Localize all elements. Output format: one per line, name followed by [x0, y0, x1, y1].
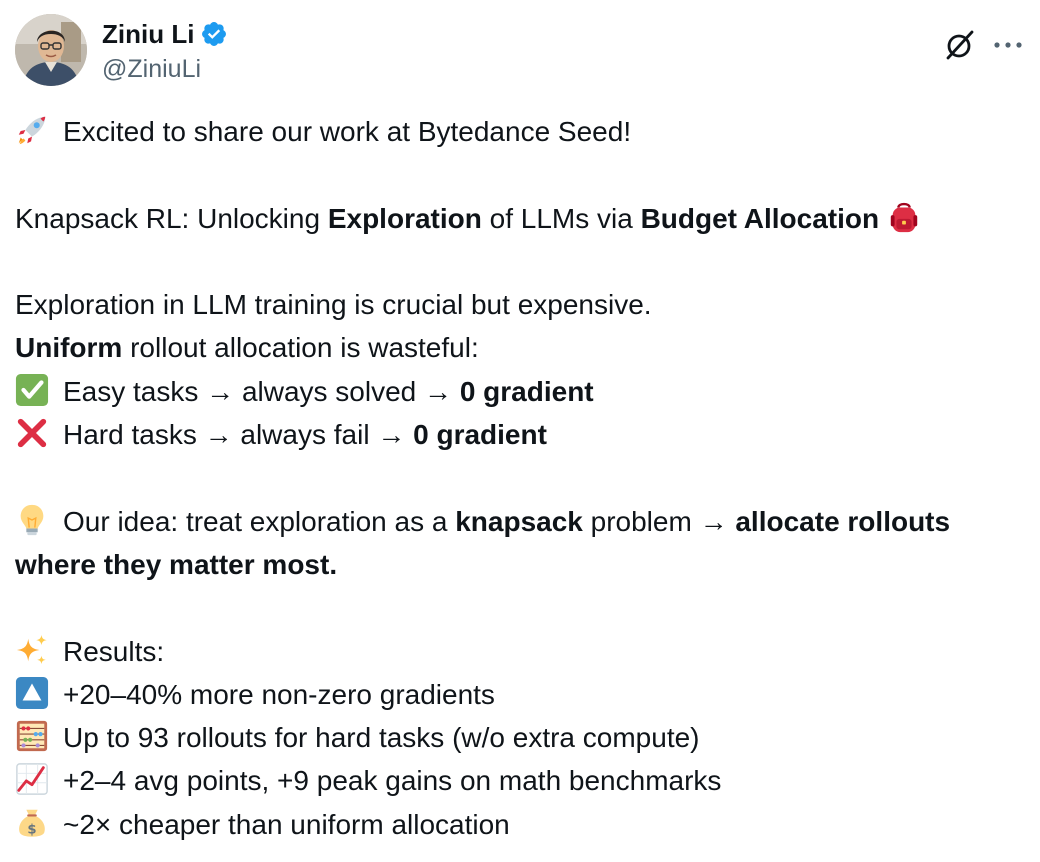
user-avatar-photo-icon [15, 14, 87, 86]
tweet-line-exploration: Exploration in LLM training is crucial b… [15, 283, 1030, 326]
result-2-text: Up to 93 rollouts for hard tasks (w/o ex… [63, 722, 700, 754]
hard-bold: 0 gradient [413, 419, 547, 451]
display-name[interactable]: Ziniu Li [102, 17, 194, 51]
result-3-text: +2–4 avg points, +9 peak gains on math b… [63, 765, 722, 797]
results-text: Results: [63, 635, 165, 667]
idea-bold-knapsack: knapsack [455, 505, 583, 537]
author-handle[interactable]: @ZiniuLi [102, 52, 228, 86]
svg-text:$: $ [27, 822, 36, 837]
money-bag-icon: $ [15, 806, 49, 840]
result-1-text: +20–40% more non-zero gradients [63, 678, 495, 710]
backpack-icon [887, 200, 921, 234]
title-text-2: of LLMs via [481, 202, 641, 234]
idea-text-1: Our idea: treat exploration as a [63, 505, 456, 537]
tweet-line-results: Results: [15, 630, 1030, 673]
tweet-line-result-1: +20–40% more non-zero gradients [15, 673, 1030, 716]
uniform-text: rollout allocation is wasteful: [122, 332, 479, 364]
ellipsis-icon[interactable] [991, 30, 1025, 60]
exploration-text: Exploration in LLM training is crucial b… [15, 289, 652, 321]
easy-text: Easy tasks → always solved → [63, 375, 460, 407]
tweet-text: Excited to share our work at Bytedance S… [15, 110, 1030, 846]
idea-text-2: problem → [582, 505, 736, 537]
hard-text: Hard tasks → always fail → [63, 419, 414, 451]
avatar[interactable] [15, 14, 87, 86]
title-text-1: Knapsack RL: Unlocking [15, 202, 328, 234]
cross-mark-icon [15, 416, 49, 450]
tweet-line-result-3: +2–4 avg points, +9 peak gains on math b… [15, 759, 1030, 802]
up-triangle-icon [15, 676, 49, 710]
uniform-bold: Uniform [15, 332, 123, 364]
tweet-line-hard: Hard tasks → always fail → 0 gradient [15, 413, 1030, 456]
check-mark-icon [15, 373, 49, 407]
tweet-line-intro: Excited to share our work at Bytedance S… [15, 110, 1030, 153]
tweet-line-result-2: Up to 93 rollouts for hard tasks (w/o ex… [15, 716, 1030, 759]
grok-slash-icon[interactable] [943, 28, 977, 62]
title-bold-budget-allocation: Budget Allocation [640, 202, 880, 234]
sparkles-icon [15, 633, 49, 667]
tweet-line-easy: Easy tasks → always solved → 0 gradient [15, 370, 1030, 413]
author-block: Ziniu Li @ZiniuLi [102, 17, 228, 86]
title-bold-exploration: Exploration [327, 202, 482, 234]
light-bulb-icon [15, 503, 49, 537]
abacus-icon [15, 719, 49, 753]
tweet-line-idea: Our idea: treat exploration as a knapsac… [15, 500, 1030, 587]
tweet-line-title: Knapsack RL: Unlocking Exploration of LL… [15, 197, 1030, 240]
tweet-line-uniform: Uniform rollout allocation is wasteful: [15, 326, 1030, 369]
easy-bold: 0 gradient [459, 375, 594, 407]
tweet-header: Ziniu Li @ZiniuLi [15, 14, 1025, 88]
tweet-line-result-4: $ ~2× cheaper than uniform allocation [15, 803, 1030, 846]
result-4-text: ~2× cheaper than uniform allocation [63, 808, 510, 840]
verified-badge-icon [200, 20, 228, 48]
rocket-icon [15, 113, 49, 147]
name-row: Ziniu Li [102, 17, 228, 51]
intro-text: Excited to share our work at Bytedance S… [63, 116, 632, 147]
chart-increasing-icon [15, 762, 49, 796]
